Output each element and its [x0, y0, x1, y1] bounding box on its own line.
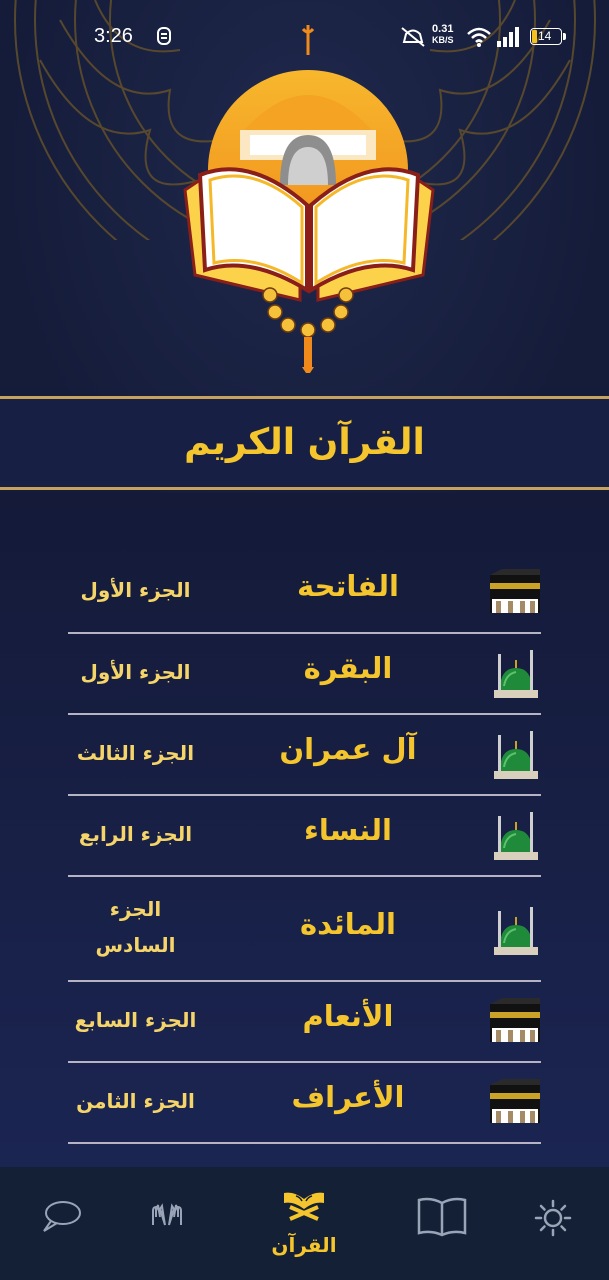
status-time: 3:26	[94, 25, 133, 47]
battery-level: 14	[538, 29, 552, 43]
part-label: الجزء السابع	[74, 1008, 197, 1032]
surah-name: آل عمران	[279, 732, 417, 766]
part-label-line2: السادس	[95, 933, 176, 957]
surah-name: المائدة	[300, 907, 396, 941]
open-book-icon	[417, 1197, 467, 1237]
mosque-dome-icon	[494, 731, 538, 779]
nav-item-book[interactable]	[381, 1167, 503, 1280]
surah-name: النساء	[304, 813, 392, 847]
kaaba-icon	[490, 1079, 540, 1123]
nav-item-dua[interactable]	[106, 1167, 228, 1280]
part-label: الجزء السادس	[68, 891, 203, 963]
surah-name: الفاتحة	[297, 569, 399, 603]
part-label: الجزء الثالث	[76, 741, 195, 765]
quran-icon	[284, 1192, 324, 1221]
list-item[interactable]: الجزء الأول البقرة	[68, 634, 541, 715]
nav-item-quran[interactable]: القرآن	[243, 1167, 365, 1280]
nav-item-chat[interactable]	[0, 1167, 122, 1280]
list-item[interactable]: الجزء الثالث آل عمران	[68, 715, 541, 796]
part-label: الجزء الأول	[80, 660, 191, 684]
list-item[interactable]: الجزء السادس المائدة	[68, 877, 541, 982]
nav-item-settings[interactable]	[492, 1167, 609, 1280]
part-label-line1: الجزء	[109, 897, 162, 921]
battery-icon: 14	[530, 28, 562, 45]
surah-name: البقرة	[303, 651, 393, 685]
list-item[interactable]: الجزء الثامن الأعراف	[68, 1063, 541, 1144]
nav-label-quran: القرآن	[271, 1233, 337, 1257]
mosque-dome-icon	[494, 650, 538, 698]
signal-icon	[497, 27, 519, 47]
part-label: الجزء الثامن	[76, 1089, 195, 1113]
surah-name: الأعراف	[291, 1080, 405, 1114]
mosque-dome-icon	[494, 812, 538, 860]
list-item[interactable]: الجزء الرابع النساء	[68, 796, 541, 877]
part-label: الجزء الأول	[80, 578, 191, 602]
part-label: الجزء الرابع	[78, 822, 193, 846]
list-item[interactable]: الجزء السابع الأنعام	[68, 982, 541, 1063]
wifi-icon	[467, 27, 491, 47]
kaaba-icon	[490, 569, 540, 613]
surah-list: الجزء الأول الفاتحة الجزء الأول البقرة ا…	[68, 555, 541, 1144]
quran-app-logo	[183, 25, 435, 373]
bottom-navigation: القرآن	[0, 1167, 609, 1280]
list-item[interactable]: الجزء الأول الفاتحة	[68, 555, 541, 634]
surah-name: الأنعام	[302, 999, 394, 1033]
mosque-dome-icon	[494, 907, 538, 955]
chat-bubble-icon	[43, 1201, 81, 1232]
vpn-shield-icon	[157, 27, 171, 45]
settings-icon	[534, 1199, 572, 1237]
kaaba-icon	[490, 998, 540, 1042]
title-band: القرآن الكريم	[0, 396, 609, 490]
page-title: القرآن الكريم	[184, 422, 425, 463]
praying-hands-icon	[152, 1203, 182, 1226]
